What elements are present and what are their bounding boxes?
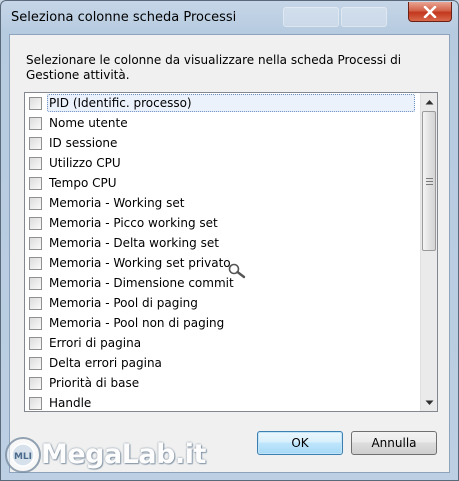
instructions-text: Selezionare le colonne da visualizzare n… <box>26 53 402 82</box>
column-option-label: Handle <box>49 396 92 410</box>
arrow-down-icon <box>425 400 434 405</box>
column-option-label: PID (Identific. processo) <box>49 96 192 110</box>
column-option[interactable]: ID sessione <box>25 133 417 153</box>
close-button[interactable] <box>408 2 452 22</box>
column-option[interactable]: Delta errori pagina <box>25 353 417 373</box>
column-option-label: Priorità di base <box>49 376 140 390</box>
column-option-label: Memoria - Pool di paging <box>49 296 198 310</box>
column-checkbox[interactable] <box>29 216 42 230</box>
close-icon <box>423 5 437 18</box>
cancel-button[interactable]: Annulla <box>351 431 437 455</box>
megalab-logo-icon: MLI <box>5 437 41 473</box>
column-option-label: Errori di pagina <box>49 336 142 350</box>
columns-listbox[interactable]: PID (Identific. processo) Nome utente ID s… <box>24 92 438 412</box>
column-checkbox[interactable] <box>29 396 42 410</box>
column-option[interactable]: Priorità di base <box>25 373 417 393</box>
column-option-label: Memoria - Dimensione commit <box>49 276 234 290</box>
dialog-window: Seleziona colonne scheda Processi Selezi… <box>0 0 459 481</box>
column-checkbox[interactable] <box>29 256 42 270</box>
column-checkbox[interactable] <box>29 316 42 330</box>
column-checkbox[interactable] <box>29 116 42 130</box>
column-checkbox[interactable] <box>29 276 42 290</box>
dialog-client-area: Selezionare le colonne da visualizzare n… <box>9 34 450 473</box>
column-option-label: Nome utente <box>49 116 128 130</box>
column-option-label: Delta errori pagina <box>49 356 162 370</box>
ok-button[interactable]: OK <box>257 431 343 455</box>
column-option[interactable]: Memoria - Delta working set <box>25 233 417 253</box>
column-option-label: ID sessione <box>49 136 118 150</box>
arrow-up-icon <box>425 99 434 104</box>
watermark: MLI MegaLab.it <box>1 433 206 479</box>
scroll-up-button[interactable] <box>421 93 437 110</box>
column-option-label: Memoria - Working set <box>49 196 185 210</box>
column-option[interactable]: Nome utente <box>25 113 417 133</box>
column-option-label: Tempo CPU <box>49 176 117 190</box>
column-checkbox[interactable] <box>29 336 42 350</box>
column-checkbox[interactable] <box>29 296 42 310</box>
column-checkbox[interactable] <box>29 356 42 370</box>
column-option-label: Utilizzo CPU <box>49 156 121 170</box>
watermark-text: MegaLab.it <box>41 439 206 470</box>
column-option-label: Memoria - Delta working set <box>49 236 219 250</box>
column-checkbox[interactable] <box>29 156 42 170</box>
column-option[interactable]: Memoria - Pool di paging <box>25 293 417 313</box>
column-option-label: Memoria - Pool non di paging <box>49 316 225 330</box>
column-checkbox[interactable] <box>29 136 42 150</box>
background-tab-ghost <box>341 7 387 27</box>
column-option[interactable]: Memoria - Working set privato <box>25 253 417 273</box>
column-checkbox[interactable] <box>29 196 42 210</box>
column-checkbox[interactable] <box>29 376 42 390</box>
column-checkbox[interactable] <box>29 96 42 110</box>
vertical-scrollbar[interactable] <box>420 93 437 411</box>
column-option[interactable]: PID (Identific. processo) <box>25 93 417 113</box>
scroll-down-button[interactable] <box>421 394 437 411</box>
window-title: Seleziona colonne scheda Processi <box>11 10 237 25</box>
column-option[interactable]: Memoria - Picco working set <box>25 213 417 233</box>
column-option[interactable]: Errori di pagina <box>25 333 417 353</box>
column-option[interactable]: Memoria - Working set <box>25 193 417 213</box>
title-bar[interactable]: Seleziona colonne scheda Processi <box>1 1 458 34</box>
scrollbar-thumb[interactable] <box>422 111 436 251</box>
column-checkbox[interactable] <box>29 176 42 190</box>
column-checkbox[interactable] <box>29 236 42 250</box>
column-option-label: Memoria - Working set privato <box>49 256 231 270</box>
column-option[interactable]: Handle <box>25 393 417 411</box>
column-option[interactable]: Memoria - Pool non di paging <box>25 313 417 333</box>
columns-list: PID (Identific. processo) Nome utente ID s… <box>25 93 417 411</box>
svg-text:MLI: MLI <box>14 452 32 462</box>
column-option-label: Memoria - Picco working set <box>49 216 218 230</box>
background-tab-ghost <box>283 7 339 27</box>
column-option[interactable]: Tempo CPU <box>25 173 417 193</box>
column-option[interactable]: Utilizzo CPU <box>25 153 417 173</box>
grip-icon <box>425 176 433 187</box>
column-option[interactable]: Memoria - Dimensione commit <box>25 273 417 293</box>
